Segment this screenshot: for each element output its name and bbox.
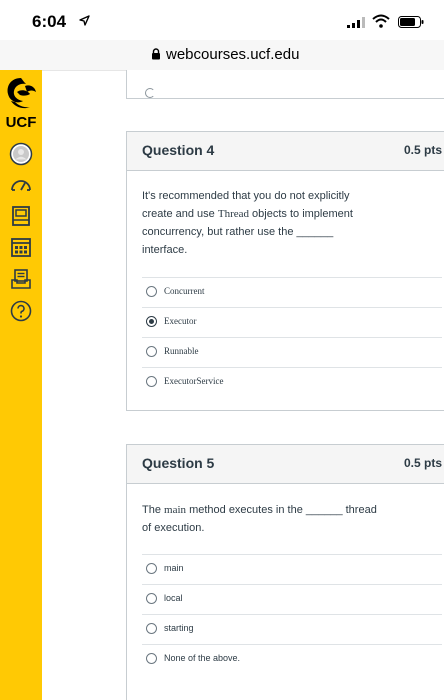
cellular-signal-icon — [347, 17, 365, 28]
radio-button[interactable] — [146, 286, 157, 297]
text-fragment: method executes in the ______ thread — [186, 504, 377, 516]
courses-icon[interactable] — [9, 204, 33, 228]
answer-option[interactable]: Concurrent — [142, 277, 442, 307]
text-fragment: The — [142, 504, 165, 516]
question-text-line: create and use Thread objects to impleme… — [142, 205, 442, 223]
battery-icon — [398, 16, 424, 28]
answer-list: main local starting None of the above. — [142, 554, 442, 674]
question-text-line: It's recommended that you do not explici… — [142, 190, 350, 202]
question-points: 0.5 pts — [403, 143, 442, 157]
answer-label: Executor — [164, 316, 197, 326]
radio-button-selected[interactable] — [146, 316, 157, 327]
dashboard-icon[interactable] — [9, 173, 33, 197]
browser-address-bar[interactable]: webcourses.ucf.edu — [0, 40, 444, 71]
answer-option[interactable]: starting — [142, 614, 442, 644]
code-term: main — [164, 504, 187, 516]
text-fragment: objects to implement — [249, 208, 353, 220]
answer-option[interactable]: local — [142, 584, 442, 614]
answer-label: local — [164, 593, 183, 603]
question-title: Question 4 — [142, 142, 215, 158]
status-time: 6:04 — [32, 12, 67, 31]
calendar-icon[interactable] — [9, 235, 33, 259]
radio-button[interactable] — [146, 346, 157, 357]
code-term: Thread — [217, 208, 249, 220]
browser-url[interactable]: webcourses.ucf.edu — [166, 46, 299, 63]
global-nav: UCF — [0, 70, 42, 700]
radio-button[interactable] — [146, 593, 157, 604]
radio-button[interactable] — [146, 563, 157, 574]
answer-option[interactable]: Runnable — [142, 337, 442, 367]
question-points: 0.5 pts — [403, 456, 442, 470]
ucf-brand: UCF — [5, 114, 37, 131]
radio-button[interactable] — [146, 653, 157, 664]
question-text-line: The main method executes in the ______ t… — [142, 501, 442, 519]
answer-option[interactable]: Executor — [142, 307, 442, 337]
question-text-line: concurrency, but rather use the ______ — [142, 226, 334, 238]
answer-label: main — [164, 563, 184, 573]
answer-label: None of the above. — [164, 653, 241, 663]
answer-label: starting — [164, 623, 194, 633]
question-text-line: of execution. — [142, 522, 205, 534]
answer-label: Concurrent — [164, 286, 205, 296]
wifi-icon — [372, 14, 390, 28]
answer-option[interactable]: main — [142, 554, 442, 584]
question-title: Question 5 — [142, 455, 215, 471]
answer-label: ExecutorService — [164, 376, 224, 386]
answer-list: Concurrent Executor Runnable ExecutorSer… — [142, 277, 442, 397]
question-header: Question 5 0.5 pts — [127, 445, 444, 484]
lock-icon — [152, 48, 160, 60]
account-icon[interactable] — [9, 142, 33, 166]
help-icon[interactable] — [9, 299, 33, 323]
radio-button[interactable] — [146, 623, 157, 634]
previous-question-card — [126, 70, 444, 99]
answer-option[interactable]: ExecutorService — [142, 367, 442, 397]
inbox-icon[interactable] — [9, 267, 33, 291]
radio-partial — [145, 88, 155, 98]
question-text: The main method executes in the ______ t… — [142, 501, 442, 537]
radio-button[interactable] — [146, 376, 157, 387]
question-text: It's recommended that you do not explici… — [142, 187, 442, 259]
ucf-pegasus-logo-icon — [7, 78, 36, 109]
answer-label: Runnable — [164, 346, 199, 356]
question-card-5: Question 5 0.5 pts The main method execu… — [126, 444, 444, 700]
status-bar: 6:04 — [0, 0, 444, 40]
quiz-content: Question 4 0.5 pts It's recommended that… — [42, 70, 444, 700]
question-card-4: Question 4 0.5 pts It's recommended that… — [126, 131, 444, 411]
question-header: Question 4 0.5 pts — [127, 132, 444, 171]
location-arrow-icon — [79, 15, 90, 26]
text-fragment: create and use — [142, 208, 218, 220]
answer-option[interactable]: None of the above. — [142, 644, 442, 674]
question-text-line: interface. — [142, 244, 188, 256]
